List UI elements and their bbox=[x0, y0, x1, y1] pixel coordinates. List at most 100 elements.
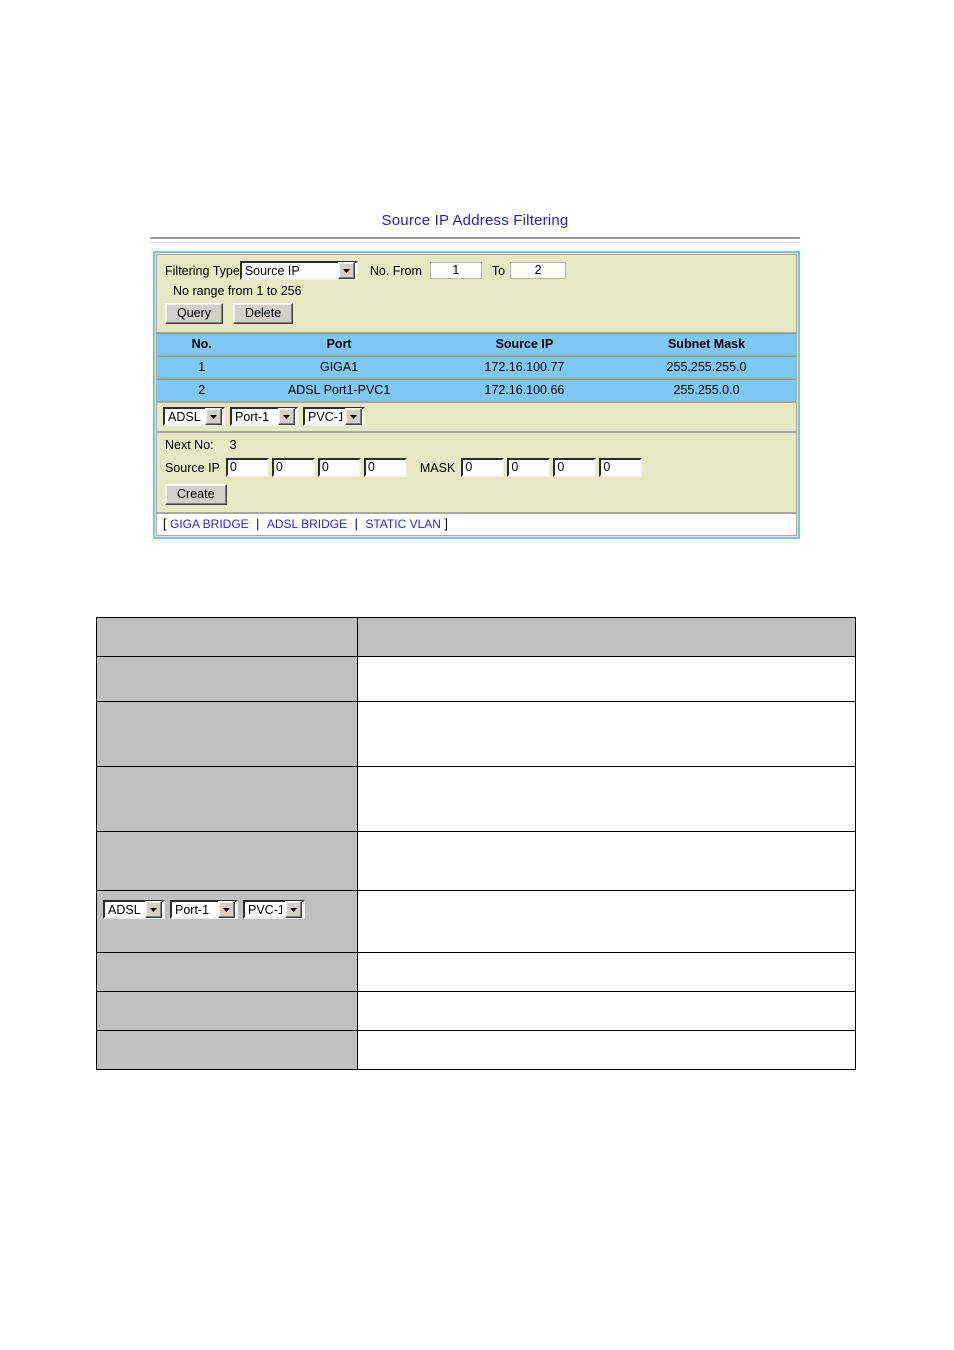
link-static-vlan[interactable]: STATIC VLAN bbox=[365, 517, 441, 531]
col-header-no: No. bbox=[157, 334, 247, 355]
table-row bbox=[96, 1030, 856, 1070]
source-ip-filtering-panel: Filtering Type Source IP No. From 1 To 2… bbox=[153, 251, 800, 539]
table-row bbox=[96, 701, 856, 767]
port-number-value: Port-1 bbox=[175, 902, 210, 917]
table-row bbox=[96, 656, 856, 702]
interface-type-value: ADSL bbox=[108, 902, 141, 917]
description-selector-group: ADSL Port-1 PVC-1 bbox=[103, 900, 351, 919]
description-value bbox=[357, 1030, 856, 1070]
filtering-type-label: Filtering Type bbox=[165, 263, 240, 278]
no-to-input[interactable]: 2 bbox=[510, 262, 567, 279]
description-selector-row: ADSL Port-1 PVC-1 bbox=[96, 890, 856, 953]
description-key bbox=[96, 766, 358, 832]
cell-subnet-mask: 255.255.0.0 bbox=[617, 380, 796, 401]
filter-type-row: Filtering Type Source IP No. From 1 To 2 bbox=[165, 261, 788, 280]
description-header-value bbox=[357, 617, 856, 657]
results-row-section-1[interactable]: 1 GIGA1 172.16.100.77 255.255.255.0 bbox=[156, 356, 797, 379]
chevron-down-icon[interactable] bbox=[145, 901, 162, 918]
source-ip-octet-1[interactable]: 0 bbox=[225, 458, 269, 477]
link-separator: | bbox=[354, 517, 358, 531]
port-selector-section: ADSL Port-1 PVC-1 bbox=[156, 402, 797, 432]
chevron-down-icon[interactable] bbox=[278, 408, 295, 425]
filter-query-section: Filtering Type Source IP No. From 1 To 2… bbox=[156, 254, 797, 333]
no-from-input[interactable]: 1 bbox=[429, 262, 482, 279]
link-adsl-bridge[interactable]: ADSL BRIDGE bbox=[267, 517, 347, 531]
source-ip-label: Source IP bbox=[165, 460, 220, 475]
port-selector-row: ADSL Port-1 PVC-1 bbox=[163, 407, 790, 426]
source-ip-octet-3[interactable]: 0 bbox=[317, 458, 361, 477]
cell-no: 1 bbox=[157, 357, 247, 378]
cell-source-ip: 172.16.100.66 bbox=[431, 380, 618, 401]
table-row[interactable]: 1 GIGA1 172.16.100.77 255.255.255.0 bbox=[157, 357, 796, 378]
table-row[interactable]: 2 ADSL Port1-PVC1 172.16.100.66 255.255.… bbox=[157, 380, 796, 401]
filter-button-row: Query Delete bbox=[165, 303, 788, 324]
cell-no: 2 bbox=[157, 380, 247, 401]
description-value bbox=[357, 766, 856, 832]
port-number-select[interactable]: Port-1 bbox=[230, 407, 298, 426]
title-divider bbox=[150, 237, 800, 243]
no-from-label: No. From bbox=[369, 263, 422, 278]
cell-subnet-mask: 255.255.255.0 bbox=[617, 357, 796, 378]
table-row bbox=[96, 831, 856, 891]
description-header-key bbox=[96, 617, 358, 657]
table-row bbox=[96, 952, 856, 992]
create-button[interactable]: Create bbox=[165, 484, 227, 505]
interface-type-select[interactable]: ADSL bbox=[163, 407, 225, 426]
source-ip-octet-2[interactable]: 0 bbox=[271, 458, 315, 477]
interface-type-value: ADSL bbox=[168, 409, 201, 424]
mask-octet-3[interactable]: 0 bbox=[553, 458, 597, 477]
create-button-row: Create bbox=[165, 484, 788, 505]
chevron-down-icon[interactable] bbox=[205, 408, 222, 425]
description-key bbox=[96, 701, 358, 767]
port-number-select[interactable]: Port-1 bbox=[170, 900, 238, 919]
table-row bbox=[96, 991, 856, 1031]
next-no-label: Next No: bbox=[165, 438, 214, 452]
description-value bbox=[357, 831, 856, 891]
results-table-row: 2 ADSL Port1-PVC1 172.16.100.66 255.255.… bbox=[157, 380, 796, 401]
results-header-row: No. Port Source IP Subnet Mask bbox=[157, 334, 796, 355]
table-row bbox=[96, 766, 856, 832]
link-separator: | bbox=[256, 517, 260, 531]
description-value bbox=[357, 991, 856, 1031]
page-title: Source IP Address Filtering bbox=[381, 212, 569, 229]
description-value bbox=[357, 952, 856, 992]
cell-port: GIGA1 bbox=[246, 357, 432, 378]
description-table: ADSL Port-1 PVC-1 bbox=[96, 617, 856, 1070]
query-button[interactable]: Query bbox=[165, 303, 224, 324]
description-key bbox=[96, 1030, 358, 1070]
port-number-value: Port-1 bbox=[235, 409, 270, 424]
interface-type-select[interactable]: ADSL bbox=[103, 900, 165, 919]
chevron-down-icon[interactable] bbox=[337, 262, 355, 279]
results-table-header: No. Port Source IP Subnet Mask bbox=[157, 334, 796, 355]
next-no-row: Next No: 3 bbox=[165, 438, 788, 452]
chevron-down-icon[interactable] bbox=[218, 901, 235, 918]
description-key bbox=[96, 952, 358, 992]
cell-source-ip: 172.16.100.77 bbox=[431, 357, 618, 378]
mask-octet-4[interactable]: 0 bbox=[599, 458, 643, 477]
chevron-down-icon[interactable] bbox=[345, 408, 362, 425]
mask-octet-1[interactable]: 0 bbox=[461, 458, 505, 477]
chevron-down-icon[interactable] bbox=[285, 901, 302, 918]
link-giga-bridge[interactable]: GIGA BRIDGE bbox=[170, 517, 249, 531]
description-key bbox=[96, 656, 358, 702]
mask-label: MASK bbox=[419, 460, 456, 475]
description-value bbox=[357, 701, 856, 767]
cell-port: ADSL Port1-PVC1 bbox=[246, 380, 432, 401]
filtering-type-select[interactable]: Source IP bbox=[239, 261, 358, 280]
results-row-section-2[interactable]: 2 ADSL Port1-PVC1 172.16.100.66 255.255.… bbox=[156, 379, 797, 402]
pvc-select[interactable]: PVC-1 bbox=[303, 407, 365, 426]
pvc-value: PVC-1 bbox=[248, 902, 282, 917]
ip-entry-row: Source IP 0 0 0 0 MASK 0 0 0 0 bbox=[165, 458, 788, 477]
description-value bbox=[357, 890, 856, 953]
footer-link-bar: [ GIGA BRIDGE | ADSL BRIDGE | STATIC VLA… bbox=[156, 513, 797, 536]
pvc-select[interactable]: PVC-1 bbox=[243, 900, 305, 919]
description-key bbox=[96, 991, 358, 1031]
mask-octet-2[interactable]: 0 bbox=[507, 458, 551, 477]
source-ip-octet-4[interactable]: 0 bbox=[363, 458, 407, 477]
description-selector-cell: ADSL Port-1 PVC-1 bbox=[96, 890, 358, 953]
description-value bbox=[357, 656, 856, 702]
bracket-open: [ bbox=[163, 517, 167, 531]
delete-button[interactable]: Delete bbox=[233, 303, 294, 324]
create-entry-section: Next No: 3 Source IP 0 0 0 0 MASK 0 0 0 … bbox=[156, 432, 797, 513]
pvc-value: PVC-1 bbox=[308, 409, 342, 424]
